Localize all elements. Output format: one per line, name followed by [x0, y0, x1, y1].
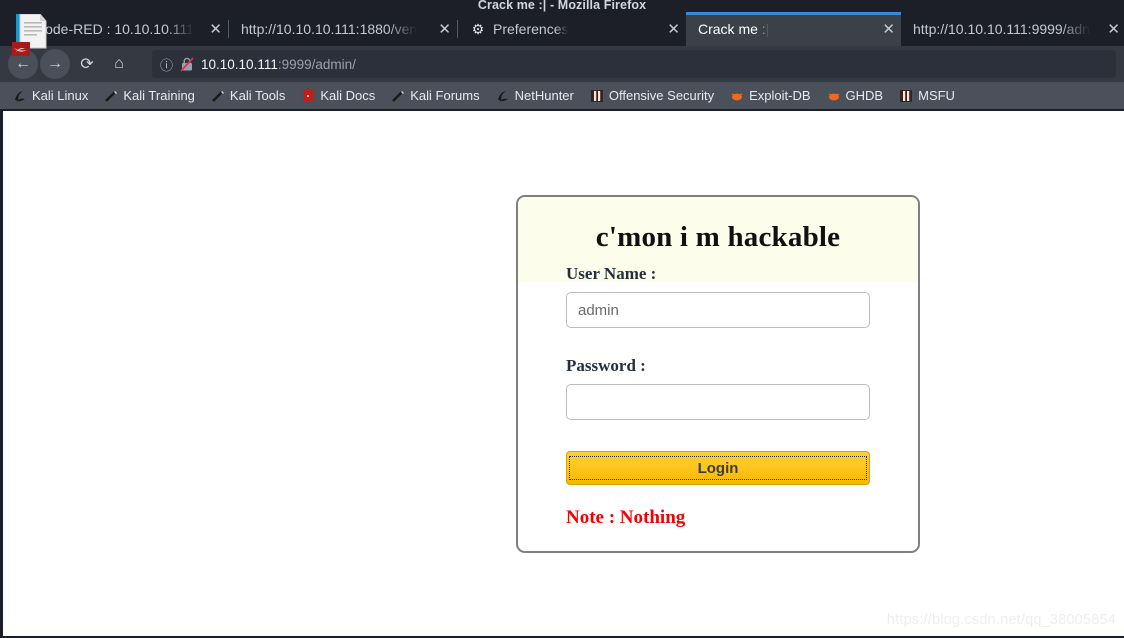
home-button[interactable]: ⌂ [104, 49, 134, 79]
tab-node-red[interactable]: Node-RED : 10.10.10.111 ✕ [0, 12, 228, 46]
close-icon[interactable]: ✕ [430, 22, 451, 37]
navigation-toolbar: ← → ⟳ ⌂ ⓘ 10.10.10.111:9999/admin/ [0, 46, 1124, 82]
page-title: c'mon i m hackable [595, 221, 841, 253]
bookmark-label: Exploit-DB [749, 88, 811, 103]
svg-text:•: • [307, 92, 310, 101]
close-icon[interactable]: ✕ [1099, 22, 1120, 37]
address-bar[interactable]: ⓘ 10.10.10.111:9999/admin/ [152, 50, 1116, 78]
kali-pen-icon [105, 90, 118, 102]
bookmarks-bar: Kali Linux Kali Training Kali Tools • Ka… [0, 82, 1124, 109]
password-input[interactable] [566, 384, 870, 420]
bookmark-kali-linux[interactable]: Kali Linux [6, 88, 95, 103]
kali-dragon-icon [497, 90, 508, 101]
login-button[interactable]: Login [566, 451, 870, 485]
username-input[interactable] [566, 292, 870, 328]
tab-label: http://10.10.10.111:1880/ven [241, 21, 418, 37]
offsec-icon [900, 89, 913, 102]
bookmark-label: Kali Training [123, 88, 195, 103]
tab-favicon [12, 21, 28, 37]
tab-crack-me[interactable]: Crack me :| ✕ [686, 12, 901, 46]
bookmark-label: Kali Forums [410, 88, 480, 103]
bookmark-nethunter[interactable]: NetHunter [489, 88, 581, 103]
content-viewport: c'mon i m hackable User Name : Password … [0, 109, 1124, 638]
bookmark-msfu[interactable]: MSFU [892, 88, 962, 103]
exploitdb-icon [731, 92, 743, 100]
tab-admin[interactable]: http://10.10.10.111:9999/adn ✕ [901, 12, 1124, 46]
broken-lock-icon[interactable] [180, 56, 194, 72]
bookmark-label: Kali Tools [229, 88, 286, 103]
bookmark-kali-training[interactable]: Kali Training [97, 88, 202, 103]
password-label: Password : [566, 356, 646, 375]
bookmark-label: Offensive Security [608, 88, 715, 103]
reload-button[interactable]: ⟳ [72, 49, 102, 79]
url-path: :9999/admin/ [277, 56, 356, 72]
web-page: c'mon i m hackable User Name : Password … [3, 111, 1124, 636]
kali-docs-icon: • [303, 89, 314, 102]
bookmark-kali-forums[interactable]: Kali Forums [384, 88, 486, 103]
bookmark-kali-docs[interactable]: • Kali Docs [294, 88, 382, 103]
watermark: https://blog.csdn.net/qq_38005854 [886, 612, 1116, 628]
bookmark-label: Kali Docs [320, 88, 376, 103]
close-icon[interactable]: ✕ [874, 22, 895, 37]
tab-strip: Node-RED : 10.10.10.111 ✕ http://10.10.1… [0, 12, 1124, 56]
window-title: Crack me :| - Mozilla Firefox [477, 0, 647, 12]
tab-label: Node-RED : 10.10.10.111 [35, 21, 195, 37]
back-button[interactable]: ← [8, 49, 38, 79]
note-text: Note : Nothing [566, 507, 686, 528]
browser-window: Crack me :| - Mozilla Firefox Node-RED :… [0, 0, 1124, 638]
gear-icon: ⚙ [471, 21, 485, 37]
tab-label: Crack me :| [698, 21, 770, 37]
bookmark-label: GHDB [845, 88, 884, 103]
login-card: c'mon i m hackable User Name : Password … [516, 195, 920, 553]
bookmark-ghdb[interactable]: GHDB [820, 88, 891, 103]
close-icon[interactable]: ✕ [659, 22, 680, 37]
tab-preferences[interactable]: ⚙ Preferences ✕ [458, 12, 686, 46]
bookmark-label: NetHunter [514, 88, 574, 103]
forward-button[interactable]: → [40, 49, 70, 79]
kali-pen-icon [392, 90, 405, 102]
info-icon[interactable]: ⓘ [160, 55, 173, 74]
kali-pen-icon [212, 90, 224, 102]
bookmark-label: Kali Linux [32, 88, 89, 103]
bookmark-kali-tools[interactable]: Kali Tools [204, 88, 292, 103]
login-form: User Name : Password : Login Note : Noth… [518, 264, 918, 551]
bookmark-exploit-db[interactable]: Exploit-DB [723, 88, 817, 103]
exploitdb-icon [828, 92, 839, 100]
username-label: User Name : [566, 264, 657, 283]
bookmark-offensive-security[interactable]: Offensive Security [583, 88, 721, 103]
close-icon[interactable]: ✕ [201, 22, 222, 37]
offsec-icon [590, 89, 603, 102]
tab-node-red-ven[interactable]: http://10.10.10.111:1880/ven ✕ [229, 12, 457, 46]
kali-dragon-icon [15, 90, 25, 101]
title-bar: Crack me :| - Mozilla Firefox [0, 0, 1124, 12]
url-host: 10.10.10.111 [201, 56, 278, 72]
tab-label: http://10.10.10.111:9999/adn [913, 21, 1090, 37]
tab-label: Preferences [493, 21, 569, 37]
bookmark-label: MSFU [918, 88, 955, 103]
